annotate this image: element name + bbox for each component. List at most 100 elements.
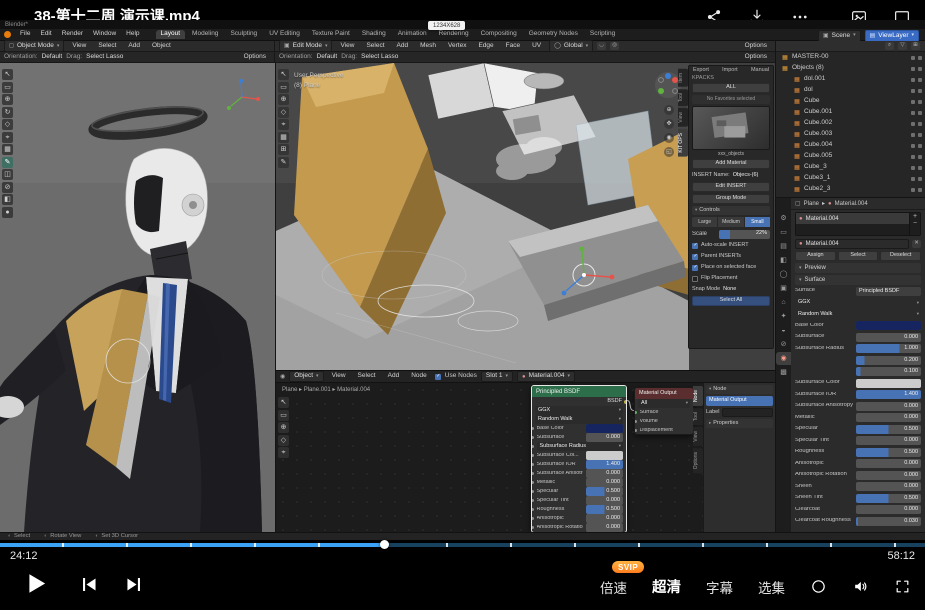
hide-toggle-icon[interactable] bbox=[911, 133, 915, 137]
proportional-edit-icon[interactable]: ◎ bbox=[610, 42, 619, 50]
node-input-row[interactable]: Base Color bbox=[535, 424, 623, 433]
node-input-row[interactable]: Specular 0.500 bbox=[535, 487, 623, 496]
tool-icon[interactable]: ⌖ bbox=[2, 132, 13, 143]
workspace-tab[interactable]: Shading bbox=[357, 30, 391, 40]
property-row[interactable]: Specular 0.500 bbox=[795, 424, 921, 435]
viewport-menu-item[interactable]: UV bbox=[528, 43, 545, 50]
viewport-menu-item[interactable]: Add bbox=[124, 43, 144, 50]
workspace-tab[interactable]: Sculpting bbox=[225, 30, 262, 40]
node-title[interactable]: Material Output bbox=[635, 388, 693, 399]
slot-dropdown[interactable]: Slot 1 bbox=[481, 371, 513, 383]
hide-toggle-icon[interactable] bbox=[911, 111, 915, 115]
material-action-button[interactable]: Select bbox=[838, 251, 879, 261]
property-row[interactable]: Roughness 0.500 bbox=[795, 447, 921, 458]
viewport-menu-item[interactable]: Add bbox=[393, 43, 413, 50]
size-option[interactable]: Small bbox=[745, 217, 770, 227]
workspace-tab[interactable]: Compositing bbox=[476, 30, 522, 40]
properties-tab-icon[interactable]: ▤ bbox=[776, 240, 791, 253]
hide-toggle-icon[interactable] bbox=[911, 122, 915, 126]
property-row[interactable]: Specular Tint 0.000 bbox=[795, 436, 921, 447]
properties-tab-icon[interactable]: ◯ bbox=[776, 268, 791, 281]
new-collection-icon[interactable]: ⊞ bbox=[911, 42, 920, 50]
volume-icon[interactable] bbox=[852, 578, 869, 595]
property-row[interactable]: 0.100 bbox=[795, 367, 921, 378]
preview-section-header[interactable]: Preview bbox=[795, 263, 921, 273]
property-row[interactable]: Subsurface IOR 1.400 bbox=[795, 390, 921, 401]
property-row[interactable]: Subsurface Radius 1.000 bbox=[795, 344, 921, 355]
properties-tab-icon[interactable]: ⊘ bbox=[776, 338, 791, 351]
add-slot-button[interactable]: + bbox=[913, 213, 917, 220]
outliner-item-label[interactable]: Cube3_1 bbox=[804, 175, 830, 182]
properties-tab-icon[interactable]: ▭ bbox=[776, 226, 791, 239]
bsdf-output-socket[interactable]: BSDF bbox=[532, 397, 626, 406]
output-socket-icon[interactable] bbox=[624, 400, 627, 404]
node-title[interactable]: Principled BSDF bbox=[532, 386, 626, 397]
tool-icon[interactable]: ◇ bbox=[278, 107, 289, 118]
camera-view-icon[interactable]: ◉ bbox=[664, 133, 674, 143]
viewport-edit-mode[interactable]: User Perspective (8) Plane ↖ ▭ ⊕ ◇ ⌖ ▦ ⊞ bbox=[275, 63, 775, 370]
viewport-menu-item[interactable]: View bbox=[68, 43, 90, 50]
progress-knob[interactable] bbox=[380, 540, 389, 549]
snap-magnet-icon[interactable]: ◡ bbox=[597, 42, 606, 50]
node-input-row[interactable]: Subsurface 0.000 bbox=[535, 433, 623, 442]
menu-item[interactable]: Window bbox=[89, 31, 120, 38]
menu-item[interactable]: Edit bbox=[36, 31, 55, 38]
play-button[interactable] bbox=[24, 570, 50, 597]
outliner-item-label[interactable]: Cube.003 bbox=[804, 131, 832, 138]
size-option[interactable]: Large bbox=[692, 217, 717, 227]
node-input-row[interactable]: Volume bbox=[638, 417, 690, 426]
render-toggle-icon[interactable] bbox=[918, 144, 922, 148]
orientation-value[interactable]: Default bbox=[42, 54, 63, 61]
snap-mode-value[interactable]: None bbox=[723, 287, 736, 293]
render-toggle-icon[interactable] bbox=[918, 155, 922, 159]
outliner-item-label[interactable]: Cube_3 bbox=[804, 164, 827, 171]
outliner-item-label[interactable]: Cube.001 bbox=[804, 109, 832, 116]
shader-menu-item[interactable]: Select bbox=[354, 373, 380, 380]
tool-icon[interactable]: ▭ bbox=[278, 410, 289, 421]
outliner-item[interactable]: ▦ dol bbox=[776, 85, 925, 96]
material-datablock-field[interactable]: ● Material.004 bbox=[795, 239, 909, 249]
outliner-item[interactable]: ▦ MASTER-00 bbox=[776, 52, 925, 63]
node-input-row[interactable]: Displacement bbox=[638, 426, 690, 435]
viewport-menu-item[interactable]: Edge bbox=[474, 43, 497, 50]
hide-toggle-icon[interactable] bbox=[911, 144, 915, 148]
node-input-row[interactable]: Roughness 0.500 bbox=[535, 505, 623, 514]
tool-icon[interactable]: ↖ bbox=[2, 69, 13, 80]
pan-hand-icon[interactable]: ✥ bbox=[664, 119, 674, 129]
render-toggle-icon[interactable] bbox=[918, 78, 922, 82]
tool-icon[interactable]: ◫ bbox=[2, 169, 13, 180]
checkbox[interactable] bbox=[692, 243, 698, 249]
render-toggle-icon[interactable] bbox=[918, 67, 922, 71]
property-row[interactable]: Surface Principled BSDF bbox=[795, 286, 921, 297]
insert-thumbnail[interactable] bbox=[692, 106, 770, 150]
outliner-item-label[interactable]: Cube bbox=[804, 98, 820, 105]
kitops-checkbox-row[interactable]: Flip Placement bbox=[692, 274, 770, 283]
viewport-menu-item[interactable]: Object bbox=[148, 43, 175, 50]
miniplayer-icon[interactable] bbox=[810, 578, 827, 595]
playback-speed-button[interactable]: 倍速 bbox=[600, 577, 627, 597]
sidebar-tab[interactable]: Tool bbox=[693, 408, 703, 425]
tool-icon[interactable]: ● bbox=[2, 207, 13, 218]
properties-tab-icon[interactable]: ▩ bbox=[776, 366, 791, 379]
hide-toggle-icon[interactable] bbox=[911, 56, 915, 60]
surface-section-header[interactable]: Surface bbox=[795, 275, 921, 285]
property-row[interactable]: Random Walk bbox=[795, 309, 921, 320]
drag-value[interactable]: Select Lasso bbox=[86, 54, 123, 61]
outliner-item[interactable]: ▦ Cube.002 bbox=[776, 118, 925, 129]
outliner-item[interactable]: ▦ Cube3_1 bbox=[776, 173, 925, 184]
render-toggle-icon[interactable] bbox=[918, 166, 922, 170]
node-section-header[interactable]: Node bbox=[706, 385, 773, 394]
workspace-tab[interactable]: Texture Paint bbox=[307, 30, 355, 40]
properties-section-header[interactable]: Properties bbox=[706, 419, 773, 428]
size-option[interactable]: Medium bbox=[718, 217, 743, 227]
property-row[interactable]: Subsurface Color bbox=[795, 378, 921, 389]
outliner-item[interactable]: ▦ dol.001 bbox=[776, 74, 925, 85]
viewport-menu-item[interactable]: Select bbox=[94, 43, 120, 50]
property-row[interactable]: Base Color bbox=[795, 321, 921, 332]
filter-icon[interactable]: ▽ bbox=[898, 42, 907, 50]
remove-slot-button[interactable]: − bbox=[913, 220, 917, 227]
node-input-row[interactable]: GGX bbox=[535, 406, 623, 415]
node-input-row[interactable]: Subsurface Radius bbox=[535, 442, 623, 451]
outliner-item[interactable]: ▦ Objects (8) bbox=[776, 63, 925, 74]
tool-icon[interactable]: ✎ bbox=[278, 157, 289, 168]
